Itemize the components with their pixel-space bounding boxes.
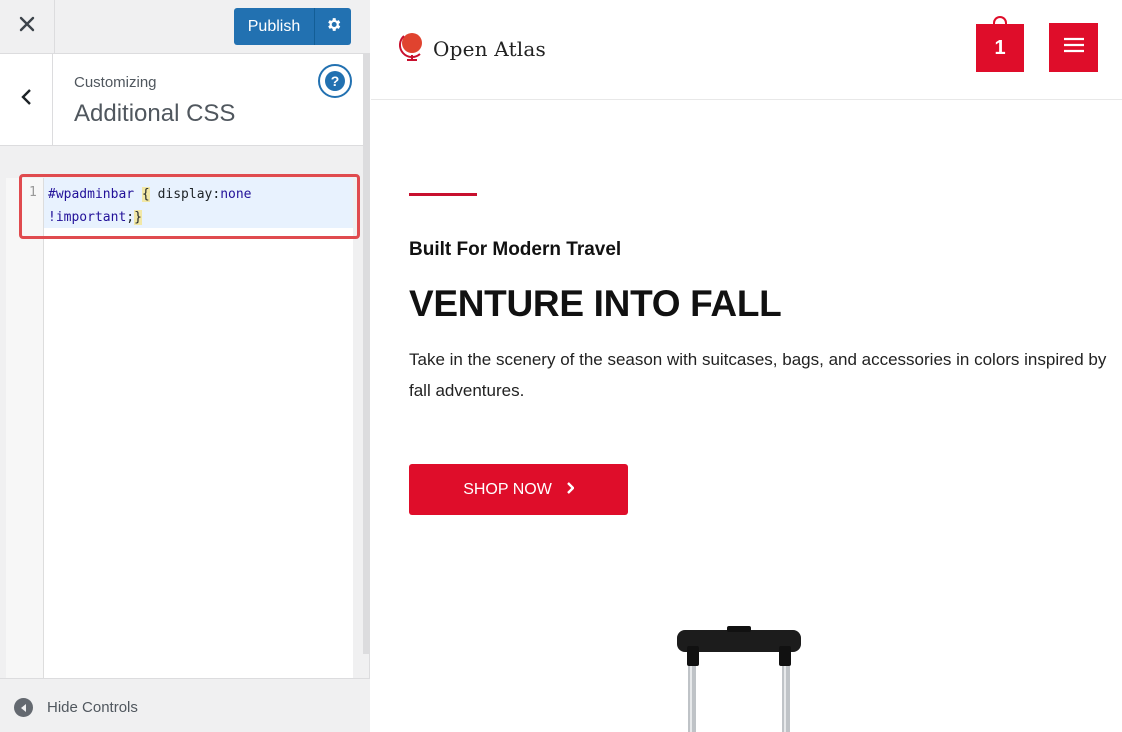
brand-name: Open Atlas xyxy=(433,36,546,61)
close-icon xyxy=(19,16,35,37)
css-close-brace: } xyxy=(134,210,142,225)
css-open-brace: { xyxy=(141,187,150,202)
sidebar-scrollbar[interactable] xyxy=(363,54,370,654)
hero-accent-line xyxy=(409,193,477,196)
customizer-topbar: Publish xyxy=(0,0,370,54)
publish-button-group: Publish xyxy=(234,8,351,45)
customizer-sidebar: Publish Customizing Additional CSS ? 1 #… xyxy=(0,0,370,732)
publish-settings-button[interactable] xyxy=(314,8,351,45)
collapse-arrow-icon xyxy=(14,698,33,717)
hamburger-menu-icon xyxy=(1063,37,1085,58)
close-customizer-button[interactable] xyxy=(0,0,55,53)
chevron-right-icon xyxy=(566,481,575,499)
hero-title: VENTURE INTO FALL xyxy=(409,283,782,324)
css-code-line[interactable]: #wpadminbar { display:none !important;} xyxy=(48,183,348,229)
site-preview: Open Atlas 1 Built For Modern Travel VEN… xyxy=(371,0,1122,732)
section-header: Customizing Additional CSS ? xyxy=(0,54,363,146)
section-title: Additional CSS xyxy=(74,100,236,127)
shop-now-label: SHOP NOW xyxy=(463,480,552,498)
hero-description: Take in the scenery of the season with s… xyxy=(409,350,1107,400)
line-number: 1 xyxy=(29,185,37,200)
chevron-left-icon xyxy=(20,88,32,111)
help-button[interactable]: ? xyxy=(318,64,352,98)
css-important: !important xyxy=(48,210,127,225)
css-code-editor[interactable]: 1 #wpadminbar { display:none !important;} xyxy=(6,178,353,678)
section-breadcrumb: Customizing xyxy=(74,74,157,91)
help-icon: ? xyxy=(325,71,345,91)
cart-button[interactable]: 1 xyxy=(976,24,1024,72)
site-header: Open Atlas 1 xyxy=(371,0,1122,100)
line-number-gutter: 1 xyxy=(6,178,44,678)
site-logo[interactable]: Open Atlas xyxy=(398,30,546,67)
menu-button[interactable] xyxy=(1049,23,1098,72)
css-semicolon: ; xyxy=(126,210,135,225)
globe-logo-icon xyxy=(398,30,427,67)
css-property: display: xyxy=(157,187,221,202)
hero-subtitle: Built For Modern Travel xyxy=(409,239,622,260)
css-selector: #wpadminbar xyxy=(48,187,135,202)
shop-now-button[interactable]: SHOP NOW xyxy=(409,464,628,515)
hide-controls-button[interactable]: Hide Controls xyxy=(14,698,138,717)
gear-icon xyxy=(325,16,342,38)
customizer-footer: Hide Controls xyxy=(0,678,370,732)
css-value: none xyxy=(220,187,252,202)
suitcase-image xyxy=(671,624,811,732)
publish-button[interactable]: Publish xyxy=(234,8,314,45)
back-button[interactable] xyxy=(0,54,53,145)
hide-controls-label: Hide Controls xyxy=(47,699,138,716)
